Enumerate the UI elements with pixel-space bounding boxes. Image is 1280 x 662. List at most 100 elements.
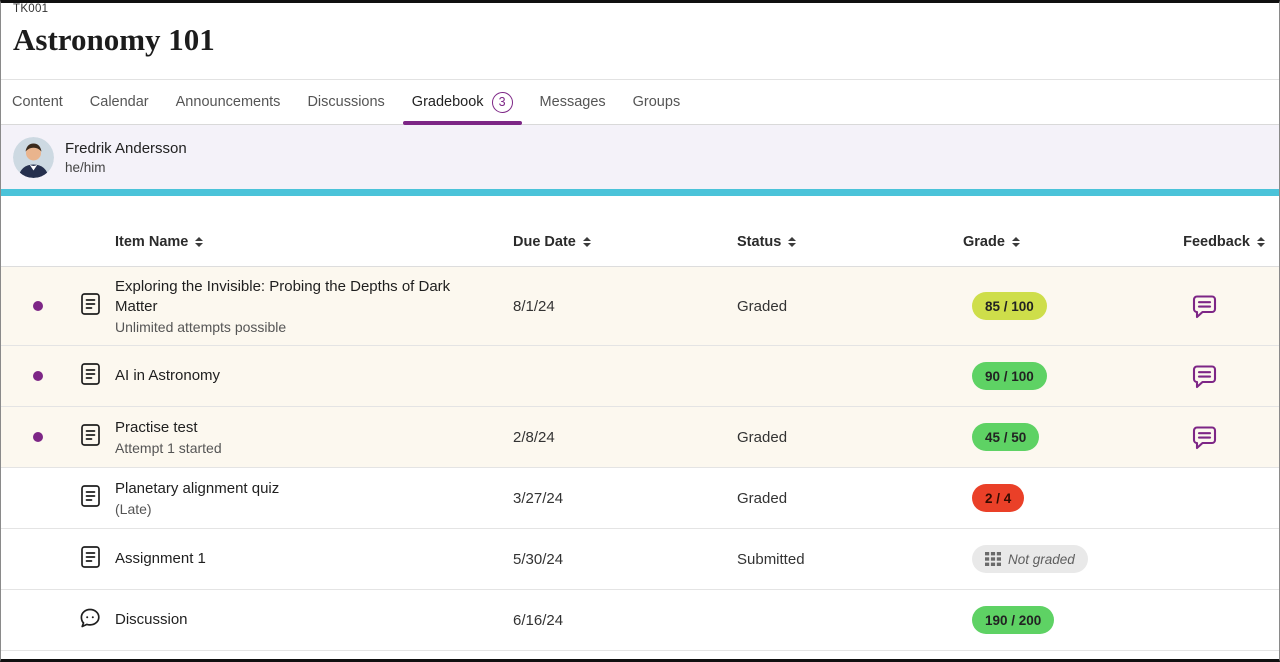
tab-calendar[interactable]: Calendar (90, 80, 149, 124)
status: Graded (737, 490, 963, 507)
column-header-status[interactable]: Status (737, 234, 963, 250)
course-tab-bar: Content Calendar Announcements Discussio… (1, 79, 1279, 125)
item-name-cell: Planetary alignment quiz (Late) (115, 469, 513, 528)
item-name[interactable]: Discussion (115, 610, 489, 630)
item-name-cell: Practise test Attempt 1 started (115, 408, 513, 467)
student-pronouns: he/him (65, 160, 187, 175)
tab-discussions[interactable]: Discussions (307, 80, 384, 124)
item-subtext: Attempt 1 started (115, 440, 489, 456)
sort-icon[interactable] (195, 237, 203, 247)
grade-cell: 45 / 50 (963, 423, 1155, 451)
table-row[interactable]: Exploring the Invisible: Probing the Dep… (1, 267, 1279, 346)
gradebook-page: TK001 Astronomy 101 Content Calendar Ann… (0, 0, 1280, 662)
gradebook-table: Item Name Due Date Status Grade Feedback (1, 196, 1279, 651)
gradebook-grid-icon (985, 552, 1001, 566)
tab-groups[interactable]: Groups (633, 80, 681, 124)
feedback-cell (1155, 425, 1279, 450)
item-name[interactable]: Assignment 1 (115, 549, 489, 569)
grade-cell: 90 / 100 (963, 362, 1155, 390)
tab-messages[interactable]: Messages (540, 80, 606, 124)
student-avatar[interactable] (13, 137, 54, 178)
due-date: 5/30/24 (513, 551, 737, 568)
feedback-icon[interactable] (1191, 364, 1218, 389)
course-header: TK001 Astronomy 101 (1, 3, 1279, 79)
item-icon-cell (65, 423, 115, 452)
unread-dot-cell (1, 432, 65, 442)
tab-content-label: Content (12, 94, 63, 110)
item-icon-cell (65, 362, 115, 391)
gradebook-count-badge: 3 (492, 92, 513, 113)
item-subtext: Unlimited attempts possible (115, 319, 489, 335)
item-name-cell: AI in Astronomy (115, 356, 513, 396)
unread-dot-cell (1, 301, 65, 311)
column-header-grade[interactable]: Grade (963, 234, 1155, 250)
tab-gradebook[interactable]: Gradebook 3 (412, 80, 513, 124)
sort-icon[interactable] (583, 237, 591, 247)
unread-dot-cell (1, 371, 65, 381)
table-row[interactable]: Discussion 6/16/24 190 / 200 (1, 590, 1279, 651)
column-header-feedback-label: Feedback (1183, 234, 1250, 250)
status: Graded (737, 298, 963, 315)
course-code: TK001 (13, 3, 1267, 15)
item-name[interactable]: Practise test (115, 418, 489, 438)
course-title: Astronomy 101 (13, 22, 1267, 58)
feedback-icon[interactable] (1191, 294, 1218, 319)
item-name[interactable]: Planetary alignment quiz (115, 479, 489, 499)
grade-pill[interactable]: 45 / 50 (972, 423, 1039, 451)
feedback-cell (1155, 364, 1279, 389)
unread-dot (33, 371, 43, 381)
table-row[interactable]: Practise test Attempt 1 started 2/8/24 G… (1, 407, 1279, 468)
unread-dot-cell (1, 493, 65, 503)
column-header-feedback[interactable]: Feedback (1155, 234, 1279, 250)
student-bar: Fredrik Andersson he/him (1, 125, 1279, 189)
item-name[interactable]: Exploring the Invisible: Probing the Dep… (115, 277, 489, 316)
grade-cell: 85 / 100 (963, 292, 1155, 320)
tab-groups-label: Groups (633, 94, 681, 110)
table-row[interactable]: Planetary alignment quiz (Late) 3/27/24 … (1, 468, 1279, 529)
feedback-icon[interactable] (1191, 425, 1218, 450)
item-icon-cell (65, 606, 115, 635)
grade-cell: 190 / 200 (963, 606, 1155, 634)
grade-text: Not graded (1008, 552, 1075, 567)
due-date: 3/27/24 (513, 490, 737, 507)
student-name: Fredrik Andersson (65, 140, 187, 157)
sort-icon[interactable] (1012, 237, 1020, 247)
table-row[interactable]: AI in Astronomy 90 / 100 (1, 346, 1279, 407)
tab-calendar-label: Calendar (90, 94, 149, 110)
column-header-due-date-label: Due Date (513, 234, 576, 250)
tab-content[interactable]: Content (12, 80, 63, 124)
table-row[interactable]: Assignment 1 5/30/24 Submitted Not grade… (1, 529, 1279, 590)
item-name-cell: Discussion (115, 600, 513, 640)
tab-messages-label: Messages (540, 94, 606, 110)
grade-pill[interactable]: 85 / 100 (972, 292, 1047, 320)
tab-announcements[interactable]: Announcements (176, 80, 281, 124)
document-icon (80, 292, 101, 321)
unread-dot (33, 432, 43, 442)
column-header-grade-label: Grade (963, 234, 1005, 250)
item-icon-cell (65, 292, 115, 321)
column-header-item-name[interactable]: Item Name (115, 234, 513, 250)
tab-gradebook-label: Gradebook (412, 94, 484, 110)
grade-pill[interactable]: 2 / 4 (972, 484, 1024, 512)
feedback-cell (1155, 294, 1279, 319)
due-date: 8/1/24 (513, 298, 737, 315)
grade-pill[interactable]: Not graded (972, 545, 1088, 573)
grade-pill[interactable]: 190 / 200 (972, 606, 1054, 634)
status: Graded (737, 429, 963, 446)
tab-discussions-label: Discussions (307, 94, 384, 110)
column-header-item-name-label: Item Name (115, 234, 188, 250)
sort-icon[interactable] (1257, 237, 1265, 247)
document-icon (80, 545, 101, 574)
table-body: Exploring the Invisible: Probing the Dep… (1, 267, 1279, 651)
column-header-due-date[interactable]: Due Date (513, 234, 737, 250)
grade-pill[interactable]: 90 / 100 (972, 362, 1047, 390)
item-name[interactable]: AI in Astronomy (115, 366, 489, 386)
unread-dot-cell (1, 554, 65, 564)
unread-dot (33, 301, 43, 311)
unread-dot-cell (1, 615, 65, 625)
student-meta: Fredrik Andersson he/him (65, 140, 187, 175)
item-subtext: (Late) (115, 501, 489, 517)
sort-icon[interactable] (788, 237, 796, 247)
document-icon (80, 362, 101, 391)
document-icon (80, 484, 101, 513)
